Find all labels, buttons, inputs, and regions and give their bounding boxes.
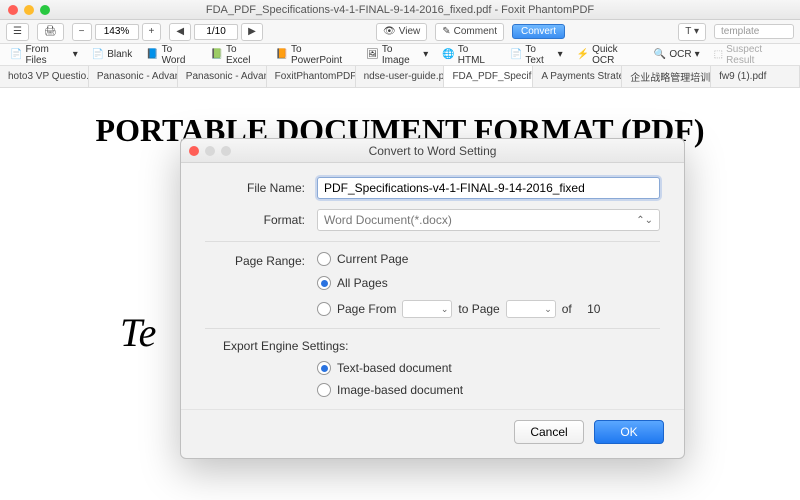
page-to-select[interactable]: ⌄: [506, 300, 556, 318]
document-tab[interactable]: 企业战略管理培训...: [622, 66, 711, 87]
page-range-label: Page Range:: [205, 254, 305, 268]
zoom-controls: − +: [72, 23, 162, 41]
window-title: FDA_PDF_Specifications-v4-1-FINAL-9-14-2…: [0, 4, 800, 16]
document-tab[interactable]: Panasonic - Advance...: [178, 66, 267, 87]
page-nav: ◀ ▶: [169, 23, 262, 41]
tab-label: A Payments Strategy ...: [541, 71, 622, 82]
file-name-label: File Name:: [205, 181, 305, 195]
image-based-radio[interactable]: Image-based document: [317, 383, 660, 397]
document-tab[interactable]: hoto3 VP Questio...: [0, 66, 89, 87]
document-tabs: hoto3 VP Questio... Panasonic - Advance..…: [0, 66, 800, 88]
zoom-out-icon[interactable]: −: [72, 23, 92, 41]
prev-page-icon[interactable]: ◀: [169, 23, 191, 41]
window-traffic-lights: [8, 5, 50, 15]
main-toolbar: ☰ 🖨 − + ◀ ▶ 👁 View ✎ Comment Convert T ▾…: [0, 20, 800, 44]
file-name-input[interactable]: [317, 177, 660, 199]
window-titlebar: FDA_PDF_Specifications-v4-1-FINAL-9-14-2…: [0, 0, 800, 20]
minimize-window-icon[interactable]: [24, 5, 34, 15]
format-label: Format:: [205, 213, 305, 227]
tab-label: Panasonic - Advance...: [186, 71, 267, 82]
document-tab[interactable]: Panasonic - Advance...: [89, 66, 178, 87]
quick-ocr-button[interactable]: ⚡ Quick OCR: [573, 43, 644, 67]
convert-to-word-dialog: Convert to Word Setting File Name: Forma…: [180, 138, 685, 459]
to-powerpoint-button[interactable]: 📙 To PowerPoint: [272, 43, 357, 67]
document-tab[interactable]: fw9 (1).pdf: [711, 66, 800, 87]
next-page-icon[interactable]: ▶: [241, 23, 263, 41]
export-engine-label: Export Engine Settings:: [223, 339, 660, 353]
tab-label: Panasonic - Advance...: [97, 71, 178, 82]
menu-button[interactable]: ☰: [6, 23, 29, 41]
to-text-button[interactable]: 📄 To Text ▾: [506, 43, 567, 67]
suspect-result-button: ⬚ Suspect Result: [710, 43, 794, 67]
cancel-button[interactable]: Cancel: [514, 420, 584, 444]
zoom-in-icon[interactable]: +: [142, 23, 162, 41]
dialog-titlebar: Convert to Word Setting: [181, 139, 684, 163]
document-tab[interactable]: FoxitPhantomPDF9...: [267, 66, 356, 87]
text-based-radio[interactable]: Text-based document: [317, 361, 660, 375]
dialog-title: Convert to Word Setting: [181, 144, 684, 158]
tab-label: 企业战略管理培训...: [630, 69, 711, 84]
document-tab[interactable]: FDA_PDF_Specificati...×: [444, 66, 533, 87]
to-html-button[interactable]: 🌐 To HTML: [438, 43, 500, 67]
print-button[interactable]: 🖨: [37, 23, 64, 41]
tab-label: fw9 (1).pdf: [719, 71, 766, 82]
tab-label: hoto3 VP Questio...: [8, 71, 89, 82]
template-toggle-button[interactable]: T ▾: [678, 23, 706, 41]
convert-toolbar: 📄 From Files ▾ 📄 Blank 📘 To Word 📗 To Ex…: [0, 44, 800, 66]
tab-label: FDA_PDF_Specificati...: [452, 71, 533, 82]
to-image-button[interactable]: 🖼 To Image ▾: [362, 43, 432, 67]
to-word-button[interactable]: 📘 To Word: [142, 43, 200, 67]
ocr-button[interactable]: 🔍 OCR ▾: [650, 48, 704, 61]
format-select[interactable]: Word Document(*.docx) ⌃⌄: [317, 209, 660, 231]
close-window-icon[interactable]: [8, 5, 18, 15]
total-pages-text: 10: [587, 302, 600, 316]
to-excel-button[interactable]: 📗 To Excel: [207, 43, 266, 67]
tab-label: ndse-user-guide.pdf: [364, 71, 445, 82]
template-search-input[interactable]: template: [714, 24, 794, 39]
convert-mode-button[interactable]: Convert: [512, 24, 565, 39]
page-from-radio[interactable]: Page From ⌄ to Page ⌄ of 10: [317, 300, 600, 318]
document-tab[interactable]: A Payments Strategy ...: [533, 66, 622, 87]
all-pages-radio[interactable]: All Pages: [317, 276, 600, 290]
document-tab[interactable]: ndse-user-guide.pdf: [356, 66, 445, 87]
view-mode-button[interactable]: 👁 View: [376, 23, 427, 41]
zoom-input[interactable]: [95, 24, 139, 40]
tab-label: FoxitPhantomPDF9...: [275, 71, 356, 82]
comment-mode-button[interactable]: ✎ Comment: [435, 23, 504, 41]
zoom-window-icon[interactable]: [40, 5, 50, 15]
blank-button[interactable]: 📄 Blank: [88, 48, 136, 61]
page-input[interactable]: [194, 24, 238, 40]
current-page-radio[interactable]: Current Page: [317, 252, 600, 266]
ok-button[interactable]: OK: [594, 420, 664, 444]
from-files-button[interactable]: 📄 From Files ▾: [6, 43, 82, 67]
page-from-select[interactable]: ⌄: [402, 300, 452, 318]
chevron-updown-icon: ⌃⌄: [636, 215, 653, 226]
